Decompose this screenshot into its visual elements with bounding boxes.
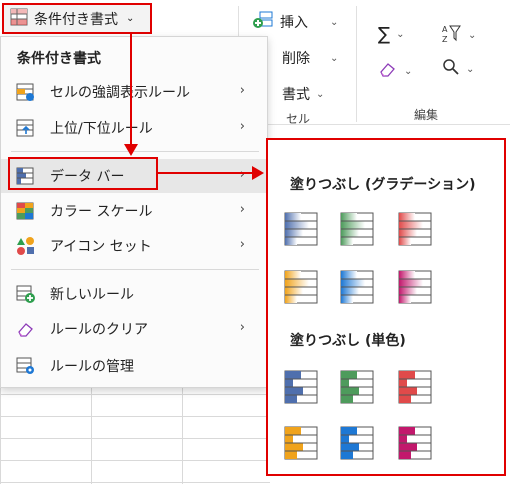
menu-item-label: カラー スケール: [50, 204, 153, 220]
chevron-down-icon: ⌄: [396, 29, 405, 40]
chevron-down-icon: ⌄: [330, 52, 339, 64]
solid-purple-data-bar[interactable]: [398, 426, 432, 460]
gradient-blue-data-bar[interactable]: [284, 212, 318, 246]
chevron-right-icon: ›: [239, 167, 245, 182]
top-bottom-rules-icon: [16, 118, 36, 138]
clear-rules-icon: [16, 319, 36, 339]
gradient-green-data-bar[interactable]: [340, 212, 374, 246]
delete-label: 削除: [282, 51, 310, 67]
annotation-arrowhead: [124, 144, 138, 156]
menu-item-label: ルールの管理: [50, 359, 134, 375]
menu-item-top-bottom-rules[interactable]: 上位/下位ルール ›: [1, 111, 267, 145]
annotation-arrowhead: [252, 166, 264, 180]
data-bars-submenu: 塗りつぶし (グラデーション) 塗りつぶし (単色): [266, 138, 506, 476]
chevron-right-icon: ›: [239, 202, 245, 217]
sort-filter-button[interactable]: AZ ⌄: [440, 22, 476, 48]
annotation-highlight-box: [8, 157, 158, 190]
solid-fill-title: 塗りつぶし (単色): [290, 333, 406, 349]
find-select-button[interactable]: ⌄: [442, 58, 474, 80]
annotation-line: [130, 34, 132, 148]
conditional-formatting-menu: 条件付き書式 セルの強調表示ルール › 上位/下位ルール › データ バー › …: [0, 36, 268, 388]
gradient-orange-data-bar[interactable]: [284, 270, 318, 304]
solid-blue-data-bar[interactable]: [284, 370, 318, 404]
chevron-right-icon: ›: [239, 119, 245, 134]
format-label: 書式: [282, 87, 310, 103]
insert-label: 挿入: [280, 15, 308, 31]
menu-item-clear-rules[interactable]: ルールのクリア ›: [1, 312, 267, 346]
menu-title: 条件付き書式: [17, 51, 101, 67]
gradient-lightblue-data-bar[interactable]: [340, 270, 374, 304]
conditional-formatting-label: 条件付き書式: [34, 11, 118, 28]
chevron-down-icon: ⌄: [468, 29, 477, 41]
menu-divider: [11, 269, 259, 270]
solid-lightblue-data-bar[interactable]: [340, 426, 374, 460]
chevron-down-icon: ⌄: [126, 13, 135, 24]
menu-item-label: ルールのクリア: [50, 322, 148, 338]
search-icon: [442, 58, 460, 80]
edit-group-label: 編集: [414, 108, 439, 122]
worksheet-grid: [0, 386, 270, 484]
solid-orange-data-bar[interactable]: [284, 426, 318, 460]
svg-text:Z: Z: [442, 35, 448, 44]
autosum-button[interactable]: ∑ ⌄: [378, 24, 405, 45]
insert-cells-icon: [252, 10, 274, 34]
menu-item-color-scales[interactable]: カラー スケール ›: [1, 194, 267, 228]
chevron-right-icon: ›: [239, 237, 245, 252]
chevron-right-icon: ›: [239, 83, 245, 98]
eraser-icon: [378, 60, 398, 82]
conditional-formatting-button[interactable]: 条件付き書式 ⌄: [2, 3, 152, 34]
ribbon-separator: [356, 6, 357, 122]
menu-item-icon-sets[interactable]: アイコン セット ›: [1, 229, 267, 263]
manage-rules-icon: [16, 356, 36, 376]
chevron-down-icon: ⌄: [330, 16, 339, 28]
annotation-line: [158, 172, 256, 174]
highlight-cells-rules-icon: [16, 82, 36, 102]
solid-green-data-bar[interactable]: [340, 370, 374, 404]
menu-item-new-rule[interactable]: 新しいルール: [1, 277, 267, 311]
insert-button[interactable]: 挿入 ⌄: [252, 10, 338, 34]
cells-group-label: セル: [286, 112, 311, 126]
new-rule-icon: [16, 284, 36, 304]
menu-item-label: アイコン セット: [50, 239, 152, 255]
clear-button[interactable]: ⌄: [378, 60, 412, 82]
svg-text:A: A: [442, 25, 448, 34]
chevron-down-icon: ⌄: [466, 63, 475, 75]
sort-filter-icon: AZ: [440, 22, 462, 48]
chevron-down-icon: ⌄: [404, 65, 413, 77]
color-scales-icon: [16, 201, 36, 221]
gradient-purple-data-bar[interactable]: [398, 270, 432, 304]
delete-button[interactable]: 削除 ⌄: [262, 48, 338, 68]
solid-red-data-bar[interactable]: [398, 370, 432, 404]
format-button[interactable]: 書式 ⌄: [262, 84, 324, 104]
menu-item-highlight-cells-rules[interactable]: セルの強調表示ルール ›: [1, 75, 267, 109]
gradient-red-data-bar[interactable]: [398, 212, 432, 246]
icon-sets-icon: [16, 236, 36, 256]
menu-item-label: 上位/下位ルール: [50, 121, 153, 137]
chevron-down-icon: ⌄: [316, 88, 325, 100]
menu-item-label: セルの強調表示ルール: [50, 85, 190, 101]
gradient-fill-title: 塗りつぶし (グラデーション): [290, 177, 476, 193]
chevron-right-icon: ›: [239, 320, 245, 335]
menu-item-manage-rules[interactable]: ルールの管理: [1, 349, 267, 383]
sigma-icon: ∑: [378, 24, 391, 45]
menu-item-label: 新しいルール: [50, 287, 134, 303]
conditional-formatting-icon: [10, 8, 28, 30]
